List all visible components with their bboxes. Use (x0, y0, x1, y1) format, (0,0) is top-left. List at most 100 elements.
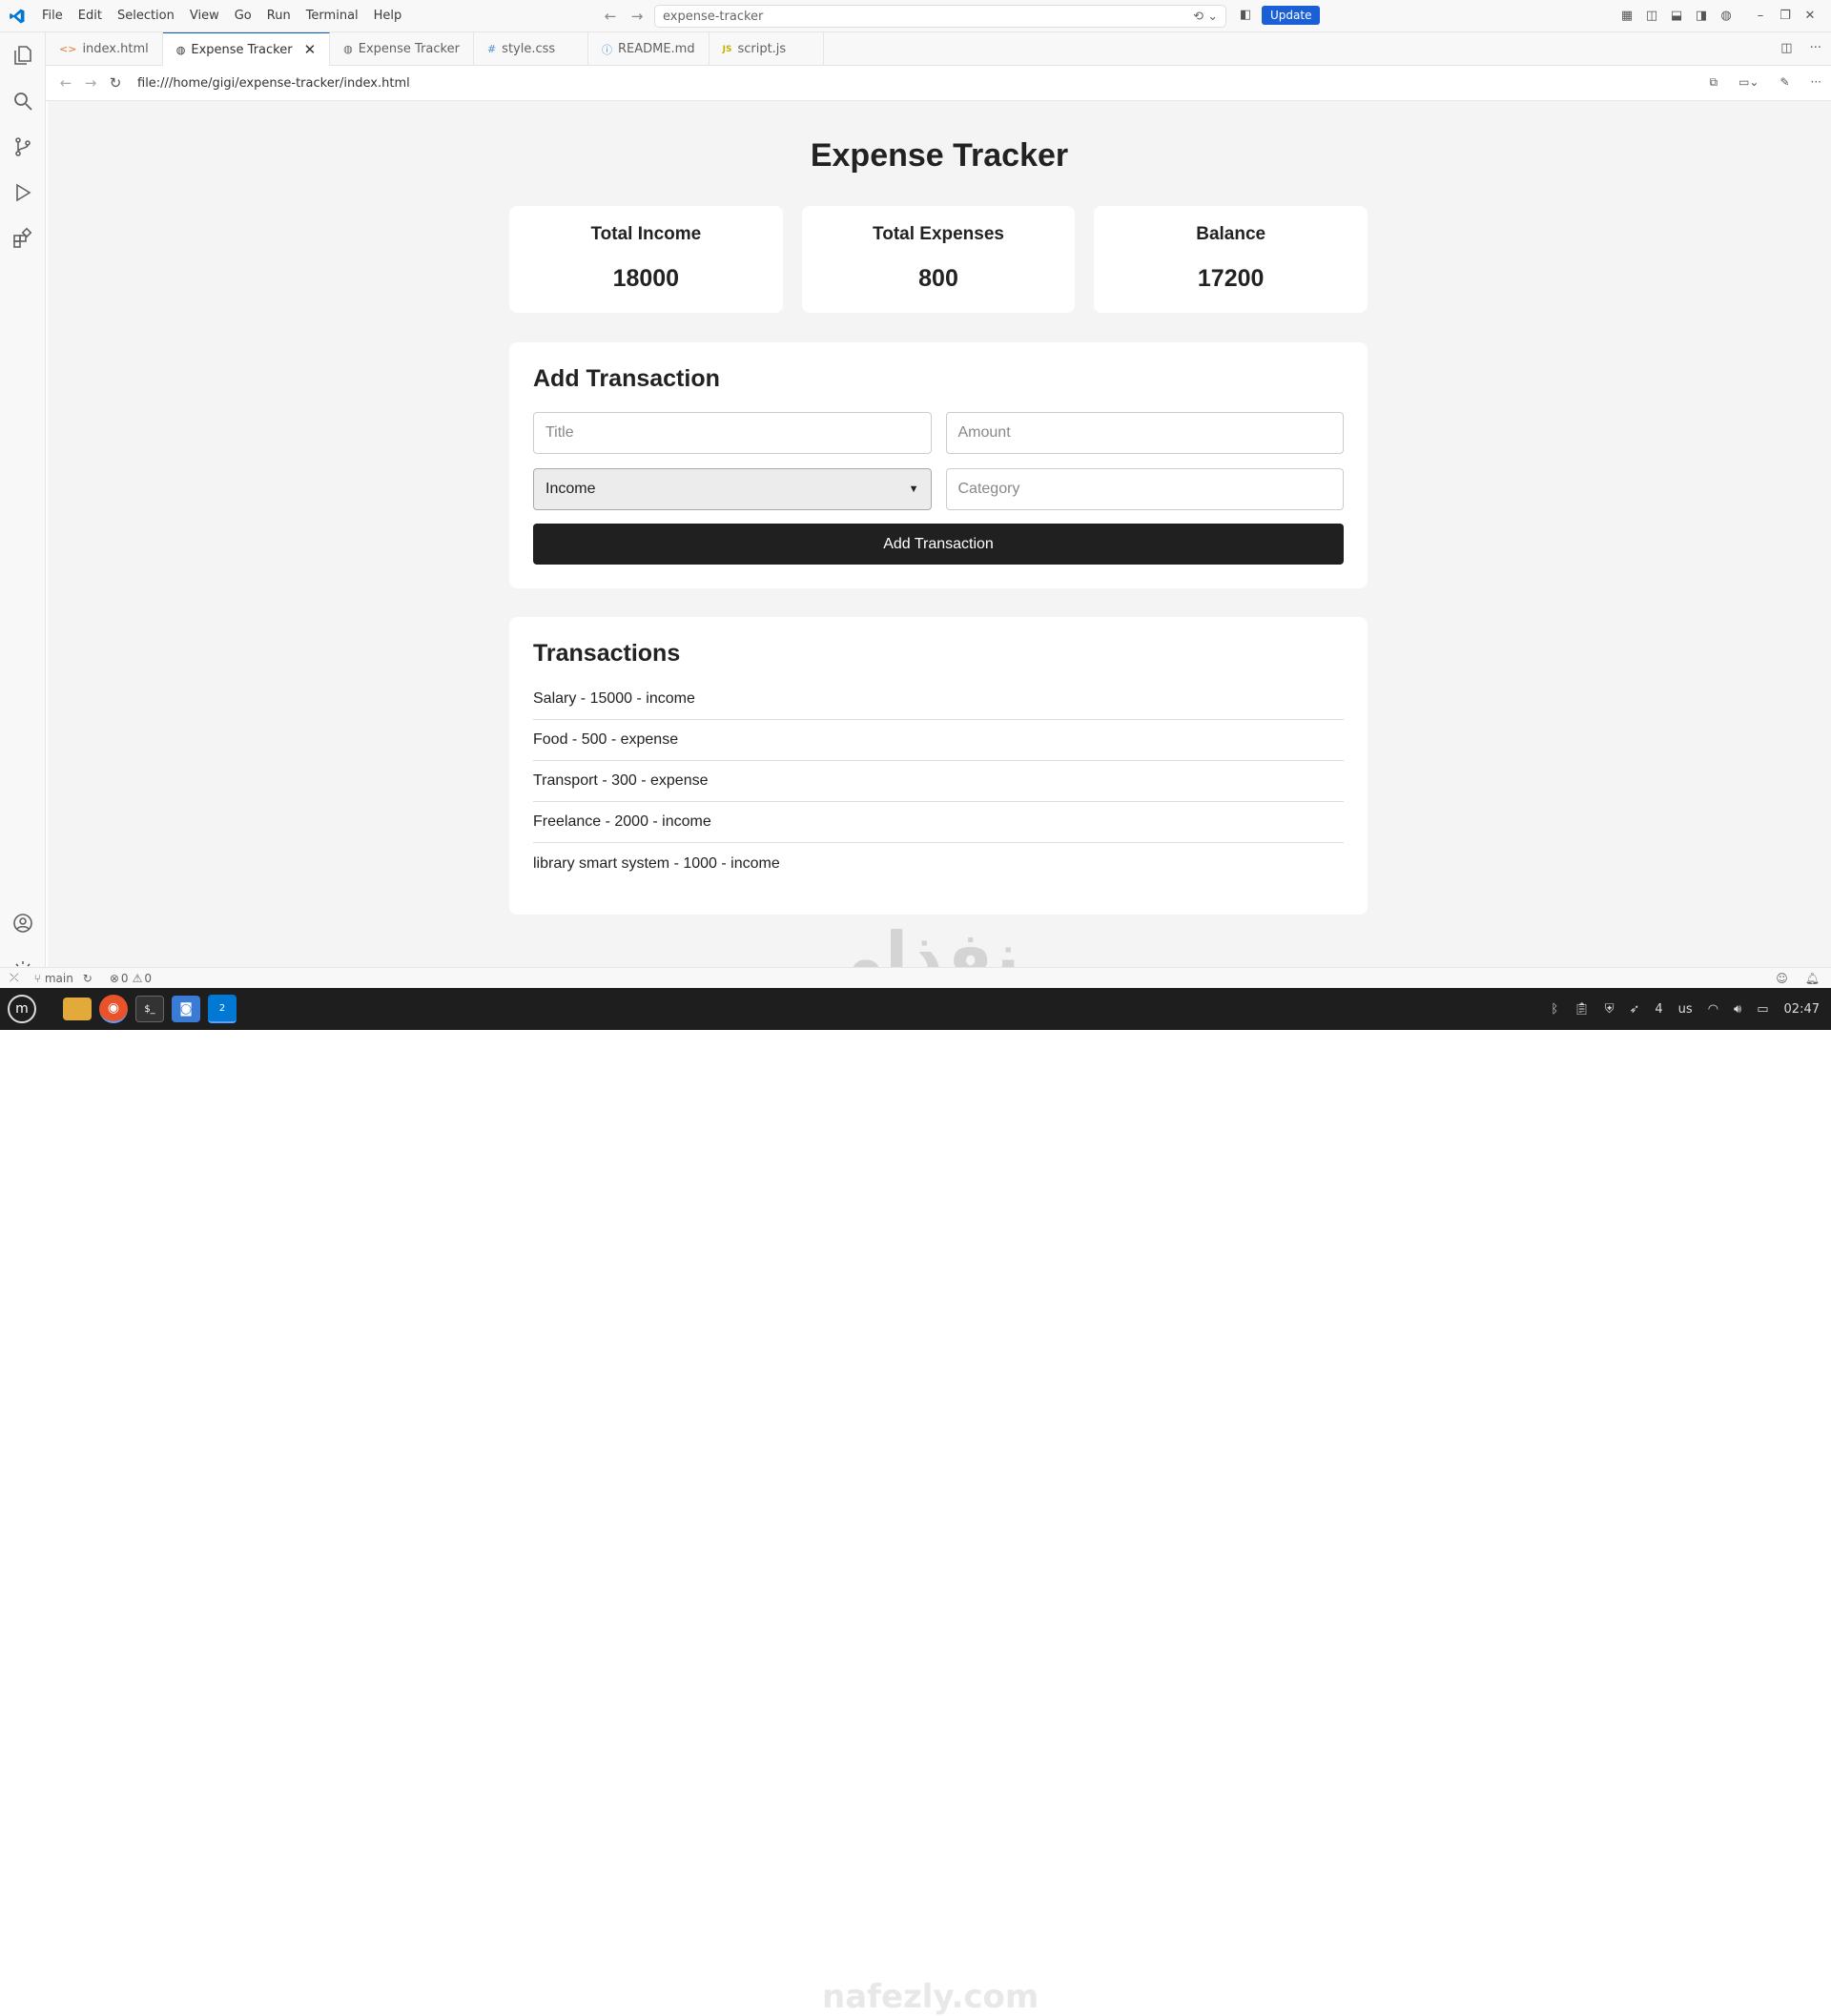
more-actions-icon[interactable]: ··· (1810, 41, 1821, 55)
firefox-icon[interactable]: ◉ (99, 995, 128, 1023)
copilot-icon[interactable]: ◧ (1240, 8, 1251, 22)
bluetooth-icon[interactable]: ᛒ (1551, 1002, 1558, 1017)
toggle-sidebar-icon[interactable]: ◫ (1644, 9, 1659, 24)
transactions-panel: Transactions Salary - 15000 - income Foo… (509, 617, 1368, 915)
minimize-icon[interactable]: – (1753, 9, 1768, 24)
bell-icon[interactable]: 🔔︎ (1805, 972, 1820, 985)
browser-reload-icon[interactable]: ↻ (103, 74, 128, 92)
files-icon[interactable] (63, 998, 92, 1020)
open-external-icon[interactable]: ⧉ (1710, 75, 1718, 90)
menu-edit[interactable]: Edit (71, 0, 110, 32)
add-transaction-button[interactable]: Add Transaction (533, 524, 1344, 565)
system-tray: ᛒ 📋︎ ⛨ ➶ 4 us ◠ 🔊︎ ▭ 02:47 (1551, 988, 1820, 1030)
forward-arrow-icon[interactable]: → (627, 8, 647, 25)
css-file-icon: # (486, 43, 497, 55)
back-arrow-icon[interactable]: ← (601, 8, 620, 25)
amount-input[interactable]: Amount (945, 412, 1344, 454)
globe-icon[interactable]: ◍ (1718, 9, 1734, 24)
branch-name[interactable]: main (45, 972, 73, 985)
screenshot-icon[interactable]: ◙ (172, 996, 200, 1022)
card-label: Total Income (590, 224, 702, 244)
card-value: 17200 (1197, 265, 1265, 292)
clock[interactable]: 02:47 (1784, 1002, 1820, 1017)
sync-icon[interactable]: ↻ (83, 972, 93, 985)
close-window-icon[interactable]: ✕ (1802, 9, 1818, 24)
command-center-search[interactable]: expense-tracker ⟲ ⌄ (654, 5, 1226, 28)
menu-selection[interactable]: Selection (110, 0, 182, 32)
card-value: 18000 (612, 265, 680, 292)
card-value: 800 (918, 265, 958, 292)
clipboard-icon[interactable]: 📋︎ (1574, 1002, 1590, 1017)
globe-icon: ◍ (343, 43, 353, 55)
transaction-item: Transport - 300 - expense (533, 761, 1344, 802)
add-transaction-panel: Add Transaction Title Amount Income ▼ Ca… (509, 342, 1368, 588)
source-control-icon[interactable] (0, 124, 46, 170)
browser-url-input[interactable]: file:///home/gigi/expense-tracker/index.… (137, 76, 410, 91)
browser-actions: ⧉ ▭⌄ ✎ ··· (1710, 75, 1822, 90)
keyboard-layout[interactable]: us (1678, 1002, 1693, 1017)
volume-icon[interactable]: 🔊︎ (1734, 1002, 1741, 1017)
card-label: Total Expenses (873, 224, 1004, 244)
card-label: Balance (1196, 224, 1266, 244)
chevron-down-icon: ▼ (908, 483, 919, 495)
copilot-chat-icon[interactable]: ⟲ ⌄ (1193, 10, 1218, 24)
menu-file[interactable]: File (34, 0, 71, 32)
tab-readme-md[interactable]: ⓘ README.md (588, 32, 710, 66)
account-icon[interactable] (0, 900, 46, 946)
window-controls: ▦ ◫ ⬓ ◨ ◍ – ❐ ✕ (1619, 0, 1831, 32)
error-icon[interactable]: ⊗ (110, 972, 119, 985)
restore-icon[interactable]: ❐ (1778, 9, 1793, 24)
transaction-item: Freelance - 2000 - income (533, 802, 1344, 843)
devtools-icon[interactable]: ▭⌄ (1738, 75, 1759, 90)
extensions-icon[interactable] (0, 216, 46, 261)
tab-label: README.md (617, 42, 695, 56)
browser-forward-icon[interactable]: → (78, 74, 103, 92)
search-icon[interactable] (0, 78, 46, 124)
toggle-secondary-sidebar-icon[interactable]: ◨ (1694, 9, 1709, 24)
transaction-list: Salary - 15000 - income Food - 500 - exp… (533, 679, 1344, 884)
tab-index-html[interactable]: <> index.html (46, 32, 163, 66)
shield-icon[interactable]: ⛨ (1605, 1002, 1615, 1017)
browser-back-icon[interactable]: ← (53, 74, 78, 92)
html-file-icon: <> (59, 43, 77, 55)
terminal-icon[interactable]: $_ (135, 996, 164, 1022)
browser-more-icon[interactable]: ··· (1811, 75, 1821, 90)
rocket-icon[interactable]: ➶ (1629, 1002, 1639, 1017)
form-row: Income ▼ Category (533, 468, 1344, 510)
menu-run[interactable]: Run (259, 0, 298, 32)
wifi-icon[interactable]: ◠ (1708, 1002, 1718, 1017)
tab-expense-tracker-active[interactable]: ◍ Expense Tracker ✕ (162, 32, 331, 66)
warning-icon[interactable]: ⚠ (133, 972, 143, 985)
update-button[interactable]: Update (1262, 6, 1321, 25)
menu-help[interactable]: Help (366, 0, 410, 32)
command-center: ← → expense-tracker ⟲ ⌄ (601, 5, 1226, 28)
customize-layout-icon[interactable]: ▦ (1619, 9, 1635, 24)
error-count[interactable]: 0 (121, 972, 129, 985)
tab-script-js[interactable]: JS script.js (710, 32, 824, 66)
menu-view[interactable]: View (182, 0, 227, 32)
menu-terminal[interactable]: Terminal (298, 0, 366, 32)
page-title: Expense Tracker (810, 137, 1069, 174)
start-menu-icon[interactable]: m (8, 995, 36, 1023)
split-editor-icon[interactable]: ◫ (1780, 41, 1792, 55)
battery-icon[interactable]: ▭ (1757, 1002, 1768, 1017)
tab-expense-tracker[interactable]: ◍ Expense Tracker (330, 32, 474, 66)
inspect-icon[interactable]: ✎ (1780, 75, 1789, 90)
title-input[interactable]: Title (533, 412, 932, 454)
tab-style-css[interactable]: # style.css (474, 32, 588, 66)
toggle-panel-icon[interactable]: ⬓ (1669, 9, 1684, 24)
notification-count[interactable]: 4 (1655, 1002, 1662, 1017)
menu-go[interactable]: Go (227, 0, 259, 32)
explorer-icon[interactable] (0, 32, 46, 78)
copilot-status-icon[interactable]: ☺ (1776, 972, 1788, 985)
type-select[interactable]: Income ▼ (533, 468, 932, 510)
close-tab-icon[interactable]: ✕ (304, 41, 317, 58)
transaction-item: library smart system - 1000 - income (533, 854, 780, 872)
category-input[interactable]: Category (945, 468, 1344, 510)
remote-icon[interactable]: ⤫ (10, 971, 19, 985)
branch-icon[interactable]: ⑂ (34, 972, 41, 985)
tabs-actions: ◫ ··· (1780, 41, 1821, 55)
run-debug-icon[interactable] (0, 170, 46, 216)
vscode-taskbar-icon[interactable]: 2 (208, 995, 237, 1023)
warning-count[interactable]: 0 (144, 972, 152, 985)
